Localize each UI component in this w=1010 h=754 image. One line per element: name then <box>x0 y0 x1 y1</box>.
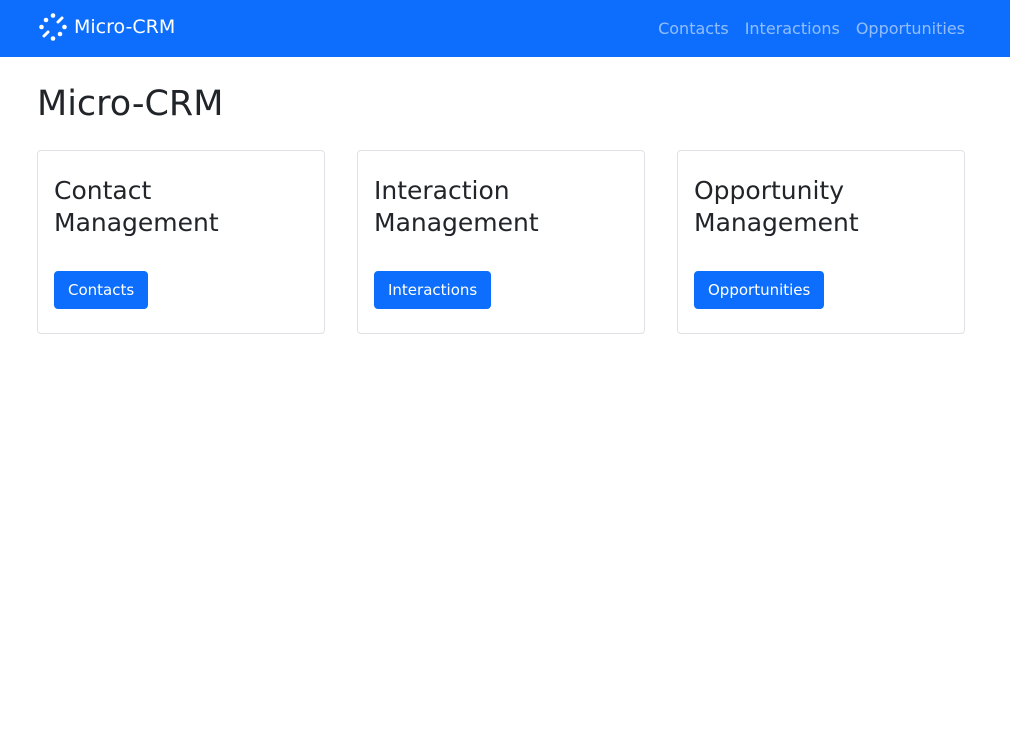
nav-link-interactions[interactable]: Interactions <box>745 19 840 38</box>
logo-icon <box>38 12 68 42</box>
brand-link[interactable]: Micro-CRM <box>38 12 175 42</box>
contacts-button[interactable]: Contacts <box>54 271 149 309</box>
nav-links: Contacts Interactions Opportunities <box>658 0 965 57</box>
nav-link-opportunities[interactable]: Opportunities <box>856 19 965 38</box>
card-contact-management: Contact Management Contacts <box>37 150 325 334</box>
card-title: Contact Management <box>54 176 219 237</box>
page-title: Micro-CRM <box>37 84 224 124</box>
brand-name: Micro-CRM <box>74 16 176 38</box>
interactions-button[interactable]: Interactions <box>374 271 492 309</box>
card-title: Opportunity Management <box>694 176 859 237</box>
card-title: Interaction Management <box>374 176 539 237</box>
card-opportunity-management: Opportunity Management Opportunities <box>677 150 965 334</box>
card-interaction-management: Interaction Management Interactions <box>357 150 645 334</box>
opportunities-button[interactable]: Opportunities <box>694 271 825 309</box>
navbar: Micro-CRM Contacts Interactions Opportun… <box>0 0 1010 57</box>
nav-link-contacts[interactable]: Contacts <box>658 19 729 38</box>
